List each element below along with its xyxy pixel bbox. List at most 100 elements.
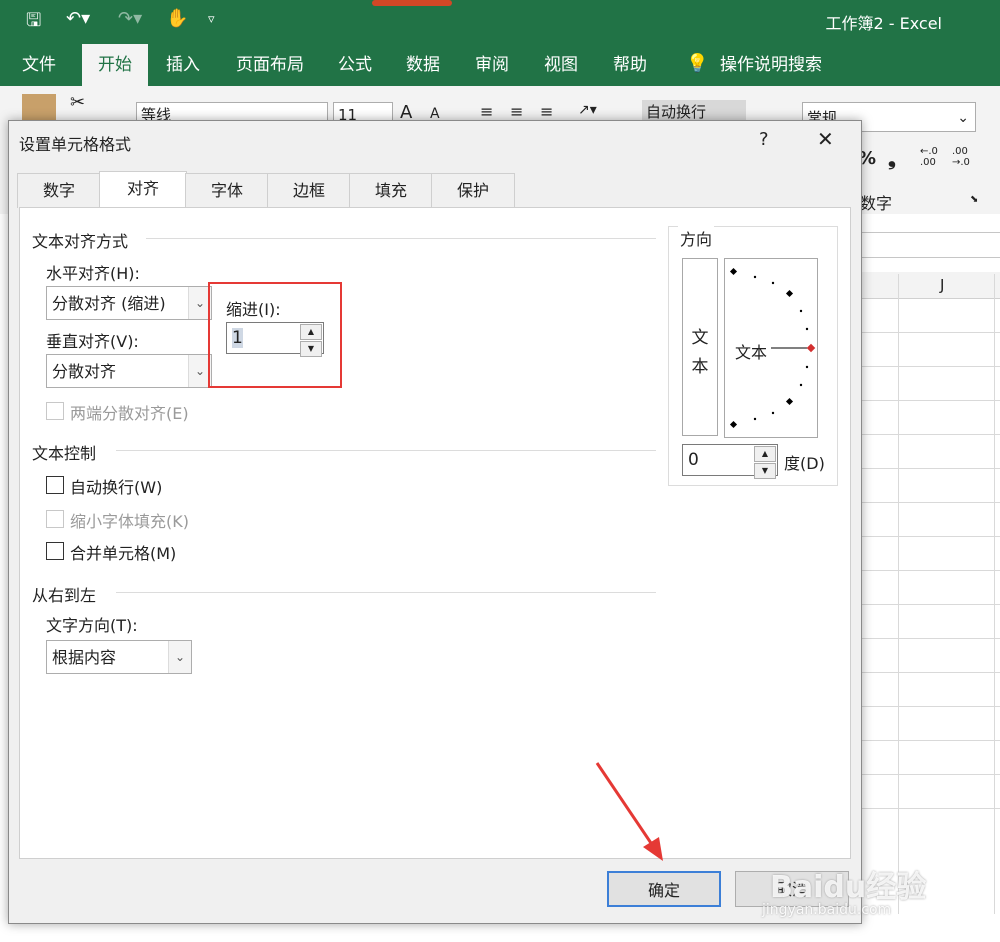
spin-up-icon[interactable]: ▲	[300, 324, 322, 340]
cut-icon[interactable]: ✂	[70, 92, 85, 113]
section-divider	[146, 238, 656, 239]
vertical-text-char-1: 文	[691, 328, 709, 348]
vertical-select[interactable]: 分散对齐 ⌄	[46, 354, 212, 388]
customize-icon[interactable]: ▿	[208, 12, 215, 27]
tab-page-layout[interactable]: 页面布局	[220, 44, 320, 86]
tab-fill[interactable]: 填充	[349, 173, 433, 208]
dialog-launcher-icon[interactable]: ⬊	[970, 194, 978, 205]
touch-mode-icon[interactable]: ✋	[166, 8, 188, 29]
ribbon-tabs: 文件 开始 插入 页面布局 公式 数据 审阅 视图 帮助 💡 操作说明搜索	[0, 44, 1000, 86]
formula-bar[interactable]	[860, 232, 1000, 258]
spin-down-icon[interactable]: ▼	[754, 463, 776, 479]
indent-spin-buttons: ▲ ▼	[300, 324, 322, 358]
tab-data[interactable]: 数据	[390, 44, 456, 86]
vertical-label: 垂直对齐(V):	[46, 332, 139, 351]
number-group-label: 数字	[860, 194, 893, 213]
wrap-text-label: 自动换行(W)	[70, 478, 163, 497]
wrap-text-checkbox[interactable]	[46, 476, 64, 494]
text-alignment-section-title: 文本对齐方式	[32, 232, 129, 251]
undo-icon[interactable]: ↶▾	[66, 8, 90, 29]
orientation-dial[interactable]: 文本	[724, 258, 818, 438]
grid-line	[860, 740, 1000, 741]
format-cells-dialog: 设置单元格格式 ? ✕ 数字 对齐 字体 边框 填充 保护 文本对齐方式 水平对…	[8, 120, 862, 924]
horizontal-select[interactable]: 分散对齐 (缩进) ⌄	[46, 286, 212, 320]
rtl-section-title: 从右到左	[32, 586, 97, 605]
grid-line	[860, 502, 1000, 503]
text-direction-value: 根据内容	[52, 648, 117, 667]
merge-cells-checkbox[interactable]	[46, 542, 64, 560]
grid-line	[860, 706, 1000, 707]
increase-decimal-button[interactable]: ←.0 .00	[920, 146, 938, 168]
section-divider	[116, 592, 656, 593]
grid-line	[898, 274, 899, 914]
orientation-icon[interactable]: ↗▾	[578, 102, 597, 118]
indent-spinner[interactable]: 1 ▲ ▼	[226, 322, 324, 357]
vertical-text-char-2: 本	[691, 357, 709, 377]
grid-line	[860, 332, 1000, 333]
grid-line	[860, 808, 1000, 809]
indent-value[interactable]: 1	[232, 328, 243, 348]
section-divider	[116, 450, 656, 451]
grid-line	[860, 434, 1000, 435]
tab-view[interactable]: 视图	[528, 44, 594, 86]
tab-number[interactable]: 数字	[17, 173, 101, 208]
tab-home[interactable]: 开始	[82, 44, 148, 86]
degree-value[interactable]: 0	[688, 450, 699, 470]
watermark-logo: Baidu经验	[770, 870, 927, 905]
tab-insert[interactable]: 插入	[150, 44, 216, 86]
vertical-value: 分散对齐	[52, 362, 117, 381]
tab-protection[interactable]: 保护	[431, 173, 515, 208]
column-header-row: J	[860, 272, 1000, 299]
tab-help[interactable]: 帮助	[597, 44, 663, 86]
annotation-arrow-icon	[595, 762, 663, 861]
redo-icon[interactable]: ↷▾	[118, 8, 142, 29]
help-button[interactable]: ?	[759, 129, 769, 150]
decrease-decimal-button[interactable]: .00 →.0	[952, 146, 970, 168]
tab-alignment[interactable]: 对齐	[99, 171, 187, 208]
align-middle-icon[interactable]: ≡	[510, 102, 523, 121]
tab-font[interactable]: 字体	[185, 173, 269, 208]
close-button[interactable]: ✕	[817, 127, 834, 151]
justify-distributed-checkbox[interactable]	[46, 402, 64, 420]
horizontal-value: 分散对齐 (缩进)	[52, 294, 166, 313]
column-header-j[interactable]: J	[940, 276, 944, 294]
shrink-to-fit-checkbox[interactable]	[46, 510, 64, 528]
align-top-icon[interactable]: ≡	[480, 102, 493, 121]
degree-spinner[interactable]: 0 ▲ ▼	[682, 444, 778, 479]
spin-down-icon[interactable]: ▼	[300, 341, 322, 357]
text-direction-select[interactable]: 根据内容 ⌄	[46, 640, 192, 674]
spin-up-icon[interactable]: ▲	[754, 446, 776, 462]
grid-line	[860, 570, 1000, 571]
chevron-down-icon: ⌄	[168, 641, 191, 673]
vertical-text-button[interactable]: 文 本	[682, 258, 718, 436]
grid-line	[860, 672, 1000, 673]
grid-line	[860, 468, 1000, 469]
ok-button[interactable]: 确定	[607, 871, 721, 907]
grid-line	[860, 774, 1000, 775]
text-control-section-title: 文本控制	[32, 444, 97, 463]
grid-line	[860, 604, 1000, 605]
orientation-section-title: 方向	[678, 226, 715, 250]
merge-cells-label: 合并单元格(M)	[70, 544, 177, 563]
grid-line	[860, 536, 1000, 537]
tab-formulas[interactable]: 公式	[322, 44, 388, 86]
comma-style-button[interactable]: ❟	[888, 146, 896, 170]
grid-line	[860, 366, 1000, 367]
watermark-url: jingyan.baidu.com	[762, 902, 892, 918]
save-icon[interactable]: 🖫	[26, 8, 41, 38]
grid-line	[860, 638, 1000, 639]
justify-distributed-label: 两端分散对齐(E)	[70, 404, 189, 423]
alignment-panel: 文本对齐方式 水平对齐(H): 分散对齐 (缩进) ⌄ 垂直对齐(V): 分散对…	[19, 207, 851, 859]
tab-review[interactable]: 审阅	[459, 44, 525, 86]
scroll-indicator	[372, 0, 452, 6]
degree-spin-buttons: ▲ ▼	[754, 446, 776, 480]
degree-label: 度(D)	[784, 454, 825, 473]
tell-me-search[interactable]: 操作说明搜索	[704, 44, 838, 86]
text-direction-label: 文字方向(T):	[46, 616, 138, 635]
align-bottom-icon[interactable]: ≡	[540, 102, 553, 121]
tab-border[interactable]: 边框	[267, 173, 351, 208]
dialog-title: 设置单元格格式	[19, 135, 132, 154]
shrink-to-fit-label: 缩小字体填充(K)	[70, 512, 189, 531]
tab-file[interactable]: 文件	[6, 44, 72, 86]
indent-label: 缩进(I):	[226, 300, 281, 319]
